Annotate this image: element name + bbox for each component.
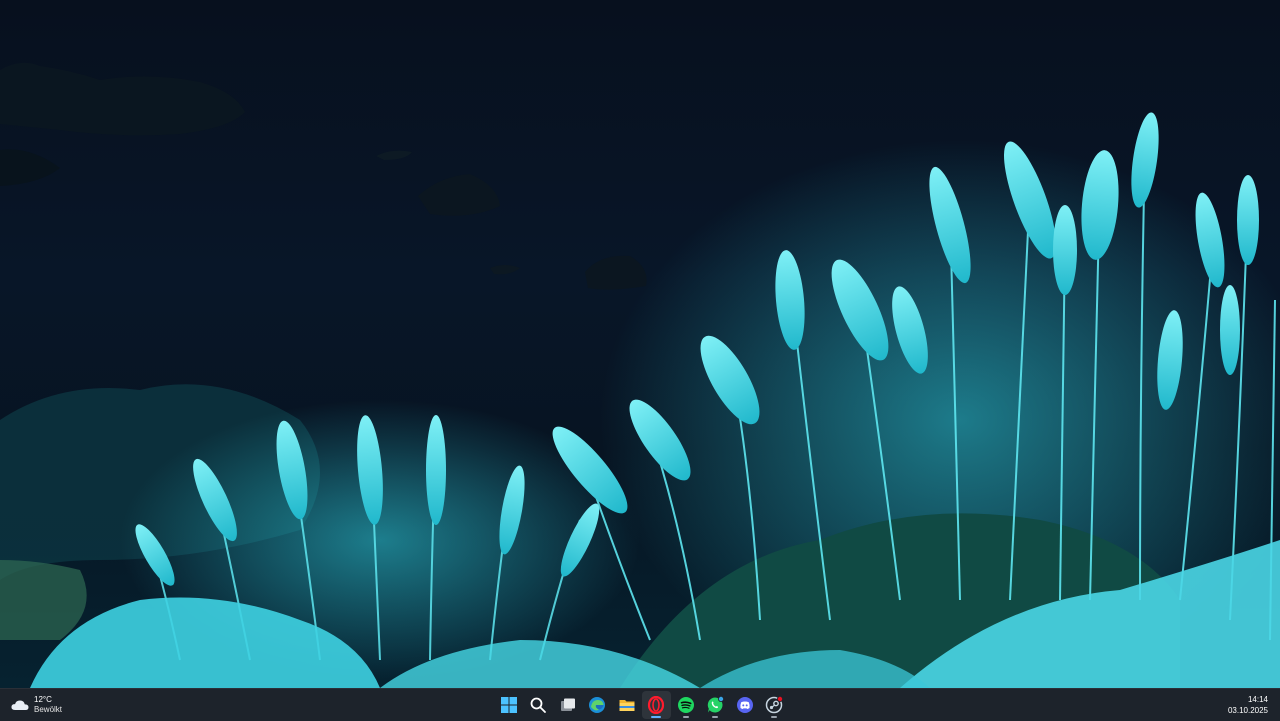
rock <box>490 265 520 275</box>
system-clock[interactable]: 14:14 03.10.2025 <box>1228 694 1268 716</box>
opera-button[interactable] <box>641 691 671 719</box>
rock <box>585 255 647 290</box>
clock-time: 14:14 <box>1247 695 1268 704</box>
spotify-button[interactable] <box>671 691 701 719</box>
taskbar: 12°C Bewölkt 14:14 03.10.2025 <box>0 688 1280 721</box>
discord-icon <box>736 697 753 713</box>
rock <box>376 150 412 160</box>
search-icon <box>530 697 547 713</box>
running-indicator <box>651 716 662 718</box>
task-view-icon <box>560 698 575 711</box>
cloud-icon <box>11 700 29 710</box>
rock <box>0 149 60 186</box>
clock-date: 03.10.2025 <box>1227 706 1268 715</box>
spotify-icon <box>677 697 694 713</box>
whatsapp-icon <box>708 696 725 713</box>
weather-widget[interactable]: 12°C Bewölkt <box>10 693 62 717</box>
task-view-button[interactable] <box>553 691 583 719</box>
desktop-wallpaper <box>0 0 1280 688</box>
running-indicator <box>712 716 719 718</box>
rock <box>418 174 500 216</box>
running-indicator <box>771 716 778 718</box>
taskbar-apps <box>494 691 789 719</box>
opera-icon <box>648 696 665 714</box>
weather-condition: Bewölkt <box>34 705 63 714</box>
edge-icon <box>589 697 606 713</box>
discord-button[interactable] <box>730 691 760 719</box>
windows-logo-icon <box>500 697 517 713</box>
green-bush <box>0 560 87 640</box>
folder-icon <box>619 700 635 711</box>
running-indicator <box>682 716 689 718</box>
search-button[interactable] <box>524 691 554 719</box>
steam-button[interactable] <box>760 691 790 719</box>
start-button[interactable] <box>494 691 524 719</box>
weather-temperature: 12°C <box>34 695 52 704</box>
whatsapp-button[interactable] <box>701 691 731 719</box>
rock-outcrop <box>0 62 245 136</box>
file-explorer-button[interactable] <box>612 691 642 719</box>
wallpaper-image <box>0 62 1280 688</box>
edge-button[interactable] <box>583 691 613 719</box>
steam-icon <box>766 696 784 714</box>
